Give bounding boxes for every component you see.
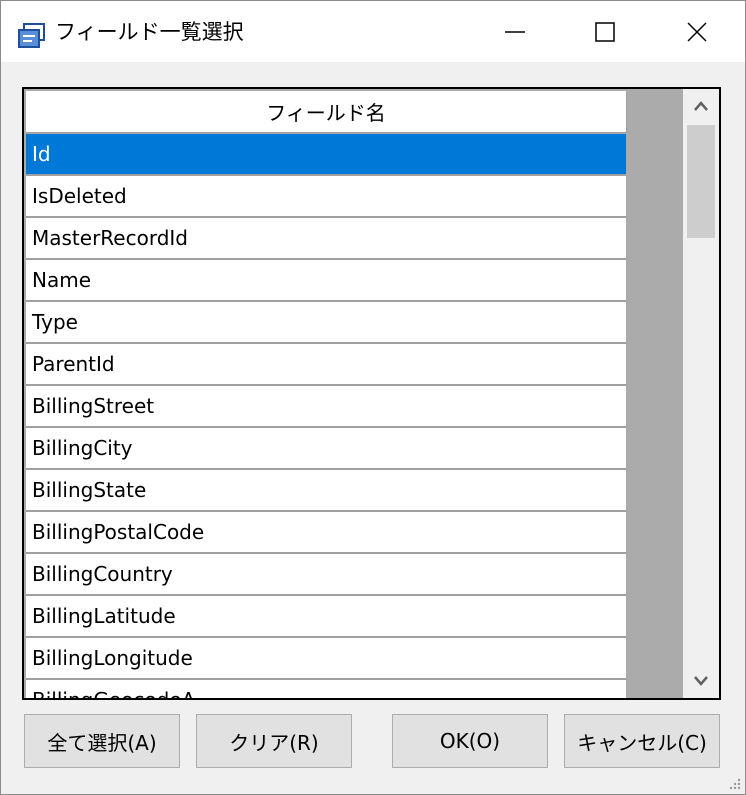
table-row[interactable]: IsDeleted xyxy=(26,176,626,218)
resize-grip-icon[interactable] xyxy=(727,776,741,790)
table-row[interactable]: BillingStreet xyxy=(26,386,626,428)
maximize-icon xyxy=(595,21,615,42)
table-row[interactable]: BillingLatitude xyxy=(26,596,626,638)
column-header-field-name[interactable]: フィールド名 xyxy=(26,91,627,133)
cancel-button[interactable]: キャンセル(C) xyxy=(564,714,720,768)
table-row[interactable]: BillingCity xyxy=(26,428,626,470)
chevron-up-icon xyxy=(694,101,708,111)
chevron-down-icon xyxy=(694,676,708,686)
app-icon xyxy=(18,23,45,48)
table-row[interactable]: ParentId xyxy=(26,344,626,386)
select-all-button[interactable]: 全て選択(A) xyxy=(24,714,180,768)
table-row[interactable]: BillingState xyxy=(26,470,626,512)
vertical-scrollbar[interactable] xyxy=(683,89,719,698)
table-row[interactable]: Type xyxy=(26,302,626,344)
scroll-down-button[interactable] xyxy=(683,664,719,698)
grid-rows: Id IsDeleted MasterRecordId Name Type Pa… xyxy=(26,134,626,698)
table-row[interactable]: Id xyxy=(26,134,626,176)
table-row[interactable]: MasterRecordId xyxy=(26,218,626,260)
field-grid: フィールド名 Id IsDeleted MasterRecordId Name … xyxy=(22,87,721,700)
table-row[interactable]: Name xyxy=(26,260,626,302)
scroll-up-button[interactable] xyxy=(683,89,719,123)
table-row[interactable]: BillingGeocodeA... xyxy=(26,680,626,698)
close-button[interactable] xyxy=(657,1,737,62)
table-row[interactable]: BillingCountry xyxy=(26,554,626,596)
clear-button[interactable]: クリア(R) xyxy=(196,714,352,768)
minimize-icon xyxy=(505,30,525,33)
window-title: フィールド一覧選択 xyxy=(55,20,244,44)
ok-button[interactable]: OK(O) xyxy=(392,714,548,768)
minimize-button[interactable] xyxy=(475,1,555,62)
table-row[interactable]: BillingLongitude xyxy=(26,638,626,680)
close-icon xyxy=(687,21,707,42)
maximize-button[interactable] xyxy=(565,1,645,62)
field-select-dialog: フィールド一覧選択 フィールド名 Id IsDeleted MasterReco… xyxy=(0,0,746,795)
title-bar[interactable]: フィールド一覧選択 xyxy=(1,1,745,62)
scroll-thumb[interactable] xyxy=(687,125,715,238)
table-row[interactable]: BillingPostalCode xyxy=(26,512,626,554)
